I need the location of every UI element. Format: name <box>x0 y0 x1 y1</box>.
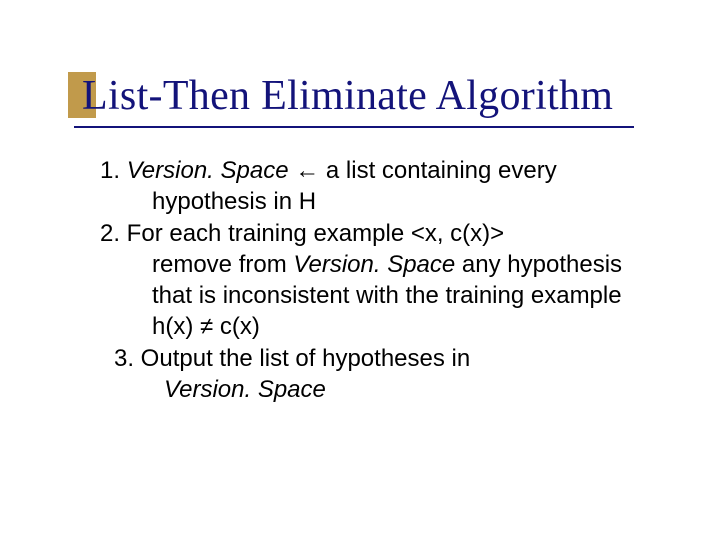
step-2: 2. For each training example <x, c(x)> r… <box>100 219 650 342</box>
versionspace-term: Version. Space <box>293 251 455 278</box>
step-1: 1. Version. Space ← a list containing ev… <box>100 156 650 217</box>
title-underline <box>74 126 634 128</box>
step-2-cont: remove from Version. Space any hypothesi… <box>100 250 650 342</box>
step-3-lead: 3. Output the list of hypotheses in <box>114 345 470 372</box>
step-2-cont-a: remove from <box>152 251 293 278</box>
step-3: 3. Output the list of hypotheses in Vers… <box>114 344 650 405</box>
versionspace-term: Version. Space <box>127 157 289 184</box>
step-2-lead: 2. For each training example <x, c(x)> <box>100 220 504 247</box>
assign-arrow: ← <box>289 157 326 184</box>
slide: List-Then Eliminate Algorithm 1. Version… <box>0 0 720 540</box>
slide-title: List-Then Eliminate Algorithm <box>68 72 720 120</box>
body-text: 1. Version. Space ← a list containing ev… <box>100 156 650 406</box>
step-1-number: 1. <box>100 157 127 184</box>
step-1-cont: hypothesis in H <box>100 187 650 218</box>
step-1-lead: a list containing every <box>326 157 557 184</box>
versionspace-term: Version. Space <box>114 375 650 406</box>
title-block: List-Then Eliminate Algorithm <box>68 72 720 128</box>
